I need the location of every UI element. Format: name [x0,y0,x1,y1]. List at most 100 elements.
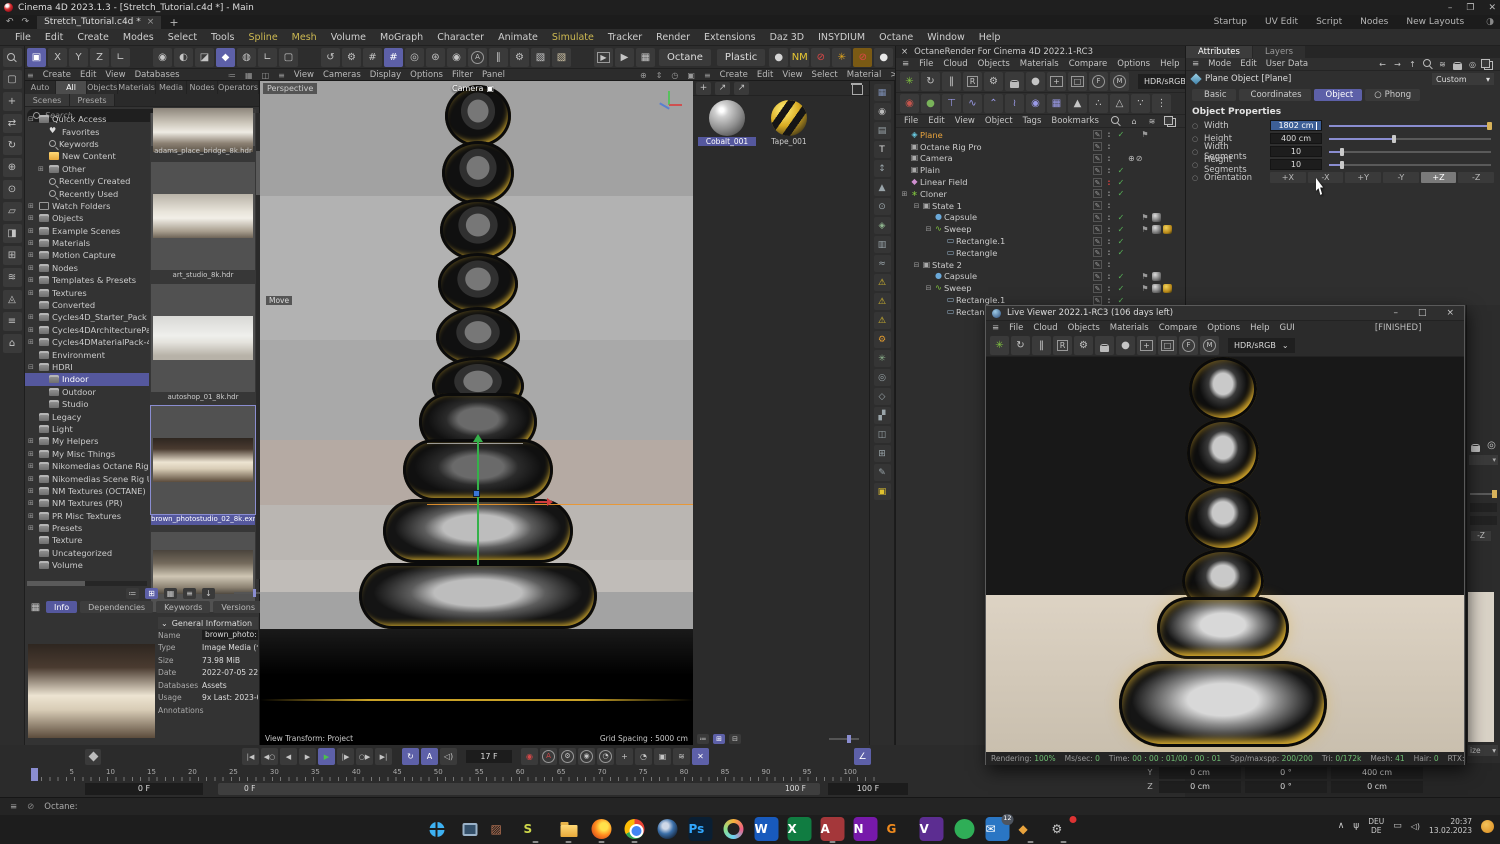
y-axis-handle[interactable] [473,434,483,565]
octane-strip-icon[interactable] [873,426,891,443]
lock-icon[interactable] [1470,440,1481,451]
snap-button[interactable] [384,47,403,67]
enable-dots-icon[interactable]: : [1104,260,1114,269]
property-value-field[interactable]: 10 [1270,159,1322,170]
pla-toggle[interactable] [692,748,709,765]
browser-tree-item[interactable]: Favorites [25,125,149,137]
key-dot-icon[interactable]: ○ [1192,122,1200,130]
network-icon[interactable]: ▭ [1393,821,1402,831]
sphere-white-button[interactable] [874,47,894,67]
expander-icon[interactable]: ⊞ [28,512,36,520]
layout-item[interactable]: Startup [1214,17,1247,27]
sub-region-button[interactable] [1068,72,1087,91]
property-tab[interactable]: ○ Phong [1365,89,1421,101]
layout-item[interactable]: Script [1316,17,1342,27]
guardian-app[interactable]: G [887,817,911,841]
edit-toggle-icon[interactable]: ✎ [1093,248,1102,258]
clock[interactable]: 20:37 13.02.2023 [1429,817,1472,836]
orientation-button[interactable]: -Z [1458,172,1495,183]
browser-tab[interactable]: Materials [118,81,156,94]
menu-item[interactable]: Create [70,32,116,43]
octane-strip-icon[interactable] [873,388,891,405]
browser-tree-item[interactable]: ⊞ Objects [25,212,149,224]
photoshop-app[interactable]: Ps [688,817,713,841]
file-item[interactable]: brown_photostudio_02_8k.exr [150,405,256,525]
expander-icon[interactable]: ⊞ [28,289,36,297]
scale-field[interactable]: 400 cm [1331,766,1423,779]
attribute-menu-icon[interactable] [1482,59,1493,70]
list-view-button[interactable] [697,733,709,744]
texture-tag-icon[interactable] [1152,212,1161,222]
live-viewer-menu-item[interactable]: Help [1250,323,1269,333]
octane-strip-icon[interactable] [873,331,891,348]
cut-slider[interactable] [1470,490,1497,498]
enable-dots-icon[interactable]: : [1104,213,1114,222]
expander-icon[interactable]: ⊞ [28,462,36,470]
excel-app[interactable]: X [787,817,812,841]
property-slider[interactable] [1329,121,1492,130]
menu-item[interactable]: Help [972,32,1008,43]
colorspace-dropdown[interactable]: HDR/sRGB⌄ [1228,338,1295,353]
target-icon[interactable] [1486,440,1497,451]
task-view-button[interactable] [458,817,482,841]
layout-item[interactable]: Nodes [1360,17,1388,27]
restart-render-button[interactable] [1011,336,1030,355]
minimize-button[interactable]: – [1393,308,1398,318]
phong-tag-icon[interactable]: ⚑ [1140,130,1150,139]
octane-logo-icon[interactable] [990,336,1009,355]
expander-icon[interactable]: ⊟ [28,115,36,123]
expander-icon[interactable]: ⊞ [28,264,36,272]
browser-tree-item[interactable]: Outdoor [25,386,149,398]
browser-tree-item[interactable]: ⊞ Cycles4DArchitecturePack [25,324,149,336]
slider-handle[interactable] [1486,121,1492,130]
enabled-check-icon[interactable]: ✓ [1116,272,1126,281]
menu-item[interactable]: Animate [491,32,545,43]
octane-strip-icon[interactable] [873,445,891,462]
key-clock-button[interactable] [597,748,614,765]
octane-strip-icon[interactable] [873,179,891,196]
edit-toggle-icon[interactable]: ✎ [1093,260,1102,270]
orientation-button[interactable]: +X [1270,172,1306,183]
sound-button[interactable] [440,748,457,765]
plastic-dropdown[interactable]: Plastic [715,48,767,67]
record-button[interactable] [521,748,538,765]
edit-toggle-icon[interactable]: ✎ [1093,153,1102,163]
attribute-menu-icon[interactable] [1437,59,1448,70]
filter-icon[interactable] [1146,116,1158,127]
hamburger-icon[interactable]: ≡ [10,802,17,812]
anchor-icon[interactable]: ⇕ [656,71,663,80]
scene-object-row[interactable]: ⊟ ∿ Sweep ✎ : ✓ ⊕⊘ ⚑ [896,282,1185,294]
octane-strip-icon[interactable] [873,369,891,386]
enable-dots-icon[interactable]: : [1104,225,1114,234]
browser-tree-item[interactable]: Texture [25,534,149,546]
viewport-menu-item[interactable]: Panel [482,70,505,80]
browser-tree-item[interactable]: ⊞ Textures [25,286,149,298]
rotation-field[interactable]: 0 ° [1245,780,1327,793]
photos-app[interactable]: ▨ [491,817,515,841]
material-menu-item[interactable]: Edit [757,70,773,80]
browser-tree-item[interactable]: Recently Used [25,187,149,199]
add-region-button[interactable] [1047,72,1066,91]
menu-item[interactable]: MoGraph [373,32,430,43]
target2-button[interactable] [426,47,445,67]
scene-object-row[interactable]: ● Capsule ✎ : ✓ ⊕⊘ ⚑ [896,212,1185,224]
enabled-check-icon[interactable]: ✓ [1116,284,1126,293]
region-render-button[interactable] [963,72,982,91]
info-tab[interactable]: Info [46,601,78,613]
browser-tree-item[interactable]: Volume [25,559,149,571]
range-end-field[interactable]: 100 F [828,782,908,795]
browser-tree-item[interactable]: Converted [25,299,149,311]
menu-item[interactable]: Spline [241,32,284,43]
viewport-menu-item[interactable]: Options [410,70,443,80]
browser-tree-item[interactable]: ⊞ Templates & Presets [25,274,149,286]
onenote-app[interactable]: N [853,817,878,841]
prev-frame-button[interactable] [280,748,297,765]
panel-icon[interactable] [29,598,42,616]
volume-icon[interactable]: ◁) [1411,822,1420,831]
material-menu-item[interactable]: Select [812,70,838,80]
browser-tab[interactable]: Nodes [187,81,219,94]
property-slider[interactable] [1329,147,1491,156]
rotate-tool-button[interactable] [321,47,340,67]
undo-button[interactable]: ↶ [6,17,14,27]
add-tool[interactable] [2,92,22,111]
